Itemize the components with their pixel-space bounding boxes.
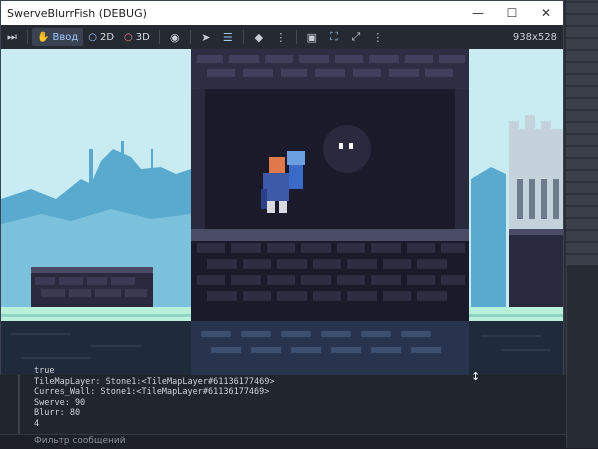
game-window: SwerveBlurrFish (DEBUG) — ☐ ✕ ⏭ ✋ Ввод ○… — [0, 0, 564, 375]
game-viewport[interactable] — [1, 49, 563, 375]
left-stone-platform — [31, 267, 153, 307]
eye-icon[interactable]: ◉ — [166, 28, 184, 46]
select-icon[interactable]: ➤ — [197, 28, 215, 46]
toolbar-separator — [158, 30, 160, 44]
toolbar-separator — [27, 30, 28, 44]
log-line: TileMapLayer: Stone1:<TileMapLayer#61136… — [34, 376, 275, 387]
suspend-icon[interactable]: ⏭ — [3, 28, 21, 46]
editor-scene-preview — [566, 0, 598, 265]
console-gutter — [18, 375, 20, 435]
toolbar-separator — [189, 30, 191, 44]
city-silhouette-right — [471, 167, 506, 309]
mode-2d-label: 2D — [99, 31, 115, 43]
window-title: SwerveBlurrFish (DEBUG) — [7, 6, 147, 20]
input-label: Ввод — [52, 31, 79, 43]
central-tower — [191, 49, 469, 375]
title-bar[interactable]: SwerveBlurrFish (DEBUG) — ☐ ✕ — [1, 1, 563, 25]
message-filter-field[interactable]: Фильтр сообщений — [0, 434, 566, 449]
more-options-icon[interactable]: ⋮ — [369, 28, 387, 46]
mode-2d-icon: ○ — [88, 31, 97, 43]
more-menu-icon[interactable]: ⋮ — [272, 28, 290, 46]
mode-3d-icon: ○ — [124, 31, 133, 43]
toolbar-separator — [242, 30, 244, 44]
log-line: Blurr: 80 — [34, 408, 81, 418]
game-scene — [1, 49, 563, 375]
maximize-button[interactable]: ☐ — [495, 1, 529, 25]
list-select-icon[interactable]: ☰ — [219, 28, 237, 46]
close-button[interactable]: ✕ — [529, 1, 563, 25]
filter-placeholder: Фильтр сообщений — [34, 436, 126, 446]
mode-3d-label: 3D — [135, 31, 150, 43]
zoom-fit-icon[interactable]: ⛶ — [325, 28, 343, 46]
right-tower — [509, 115, 563, 307]
log-line: Curres_Wall: Stone1:<TileMapLayer#611361… — [34, 387, 270, 397]
mode-2d-button[interactable]: ○ 2D — [83, 28, 119, 46]
frame-icon[interactable]: ▣ — [303, 28, 321, 46]
mode-3d-button[interactable]: ○ 3D — [119, 28, 155, 46]
toolbar-separator — [295, 30, 297, 44]
log-line: true — [34, 366, 55, 376]
resolution-readout: 938x528 — [512, 31, 557, 43]
expand-icon[interactable]: ⤢ — [347, 28, 365, 46]
window-controls: — ☐ ✕ — [461, 1, 563, 25]
hidden-creature — [323, 125, 371, 173]
input-icon: ✋ — [37, 31, 50, 43]
log-line: Swerve: 90 — [34, 397, 86, 408]
minimize-button[interactable]: — — [461, 1, 495, 25]
camera-icon[interactable]: ◆ — [250, 28, 268, 46]
console-log[interactable]: true TileMapLayer: Stone1:<TileMapLayer#6… — [34, 366, 275, 429]
log-line: 4 — [34, 418, 40, 429]
game-toolbar: ⏭ ✋ Ввод ○ 2D ○ 3D ◉ ➤ ☰ ◆ ⋮ ▣ ⛶ ⤢ ⋮ 938… — [1, 25, 563, 49]
editor-side-panel — [566, 265, 598, 448]
resize-cursor-icon: ↕ — [471, 370, 481, 383]
input-mode-button[interactable]: ✋ Ввод — [32, 28, 84, 46]
